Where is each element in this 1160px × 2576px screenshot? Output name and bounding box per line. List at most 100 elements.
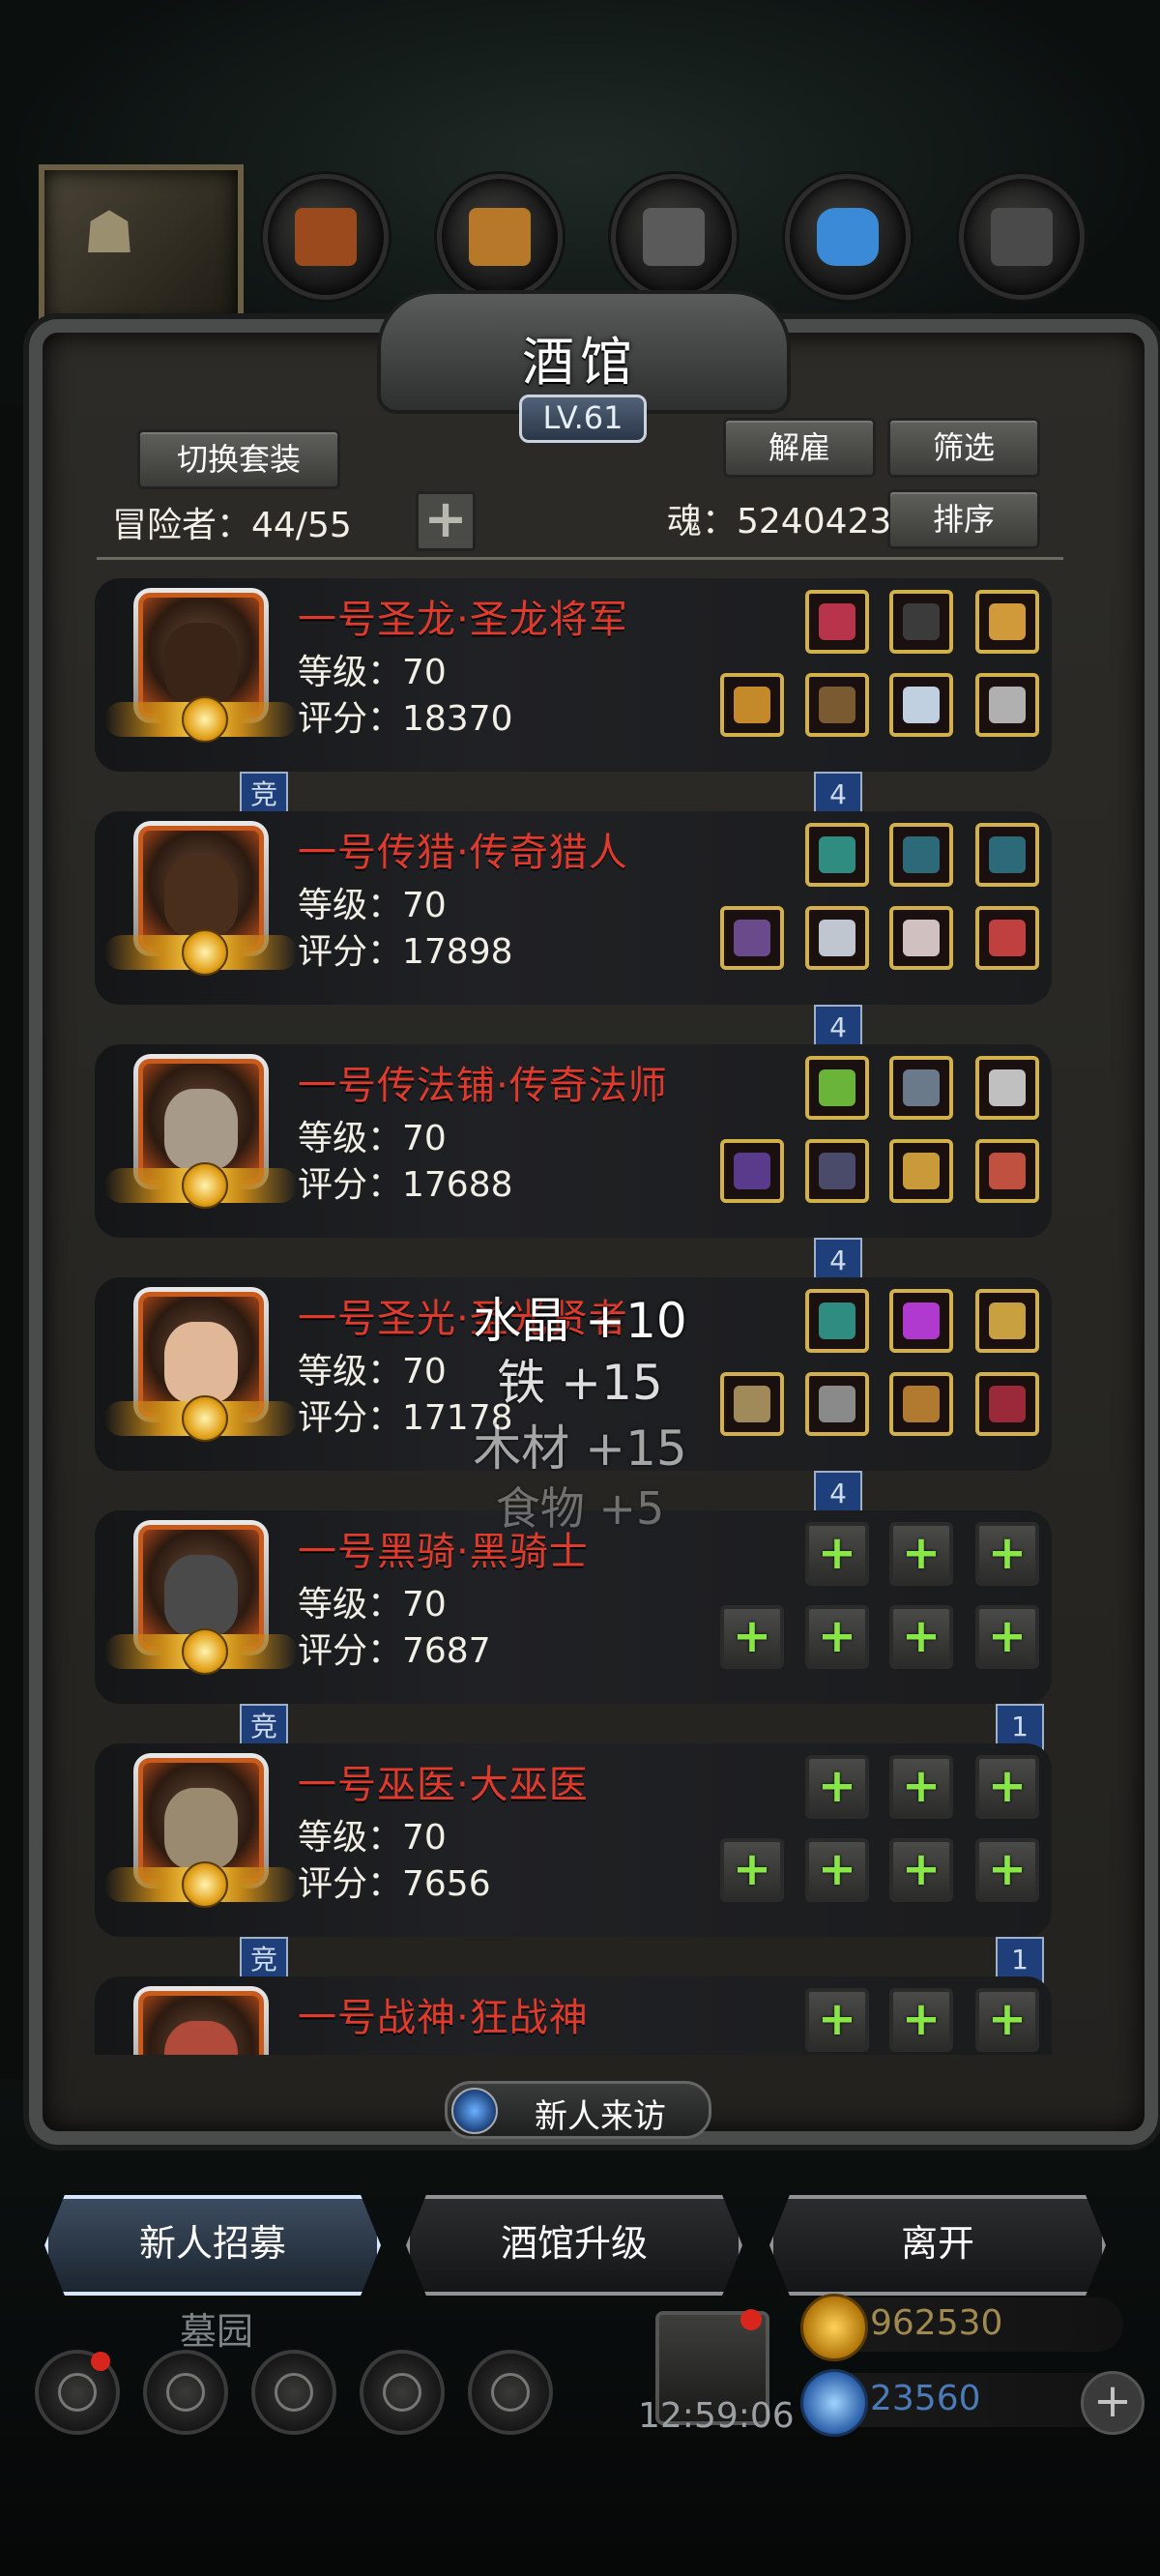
equipment-slot[interactable] — [889, 590, 953, 654]
empty-equipment-slot[interactable]: + — [805, 1755, 869, 1819]
empty-equipment-slot[interactable]: + — [805, 1838, 869, 1902]
add-equipment-icon: + — [732, 1842, 772, 1896]
equipment-icon — [819, 603, 856, 640]
equipment-slot[interactable] — [975, 673, 1039, 737]
empty-equipment-slot[interactable]: + — [889, 1522, 953, 1586]
equipment-slot[interactable] — [889, 1139, 953, 1203]
add-gems-button[interactable]: + — [1081, 2371, 1145, 2435]
filter-button[interactable]: 筛选 — [887, 418, 1040, 478]
equipment-icon — [819, 920, 856, 956]
wood-resource-icon[interactable] — [437, 174, 563, 300]
equipment-icon — [819, 687, 856, 723]
equipment-slot[interactable] — [975, 590, 1039, 654]
empty-equipment-slot[interactable]: + — [975, 1988, 1039, 2052]
hero-face-icon — [164, 623, 238, 704]
empty-equipment-slot[interactable]: + — [805, 1522, 869, 1586]
gem-icon — [800, 2369, 868, 2437]
equipment-icon — [903, 836, 940, 873]
hero-card[interactable]: 一号巫医·大巫医 等级：70 评分：7656 + + + + + + + 竞 1 — [95, 1743, 1052, 1993]
switch-outfit-button[interactable]: 切换套装 — [137, 429, 340, 489]
achievement-icon[interactable] — [143, 2350, 228, 2435]
rank-emblem-icon — [104, 1162, 298, 1209]
tavern-upgrade-button[interactable]: 酒馆升级 — [406, 2195, 742, 2296]
hero-name: 一号战神·狂战神 — [298, 1996, 589, 2040]
empty-equipment-slot[interactable]: + — [805, 1605, 869, 1669]
equipment-slot[interactable] — [720, 1139, 784, 1203]
float-wood-gain: 木材 +15 — [473, 1420, 687, 1477]
equipment-slot[interactable] — [889, 906, 953, 970]
hero-card[interactable]: 一号黑骑·黑骑士 等级：70 评分：7687 + + + + + + + 竞 1 — [95, 1510, 1052, 1760]
empty-equipment-slot[interactable]: + — [720, 1838, 784, 1902]
guild-icon[interactable] — [251, 2350, 336, 2435]
equipment-slot[interactable] — [805, 1372, 869, 1436]
hero-card[interactable]: 一号传猎·传奇猎人 等级：70 评分：17898 4 — [95, 811, 1052, 1061]
hero-score: 评分：18370 — [298, 699, 513, 739]
mail-icon[interactable] — [360, 2350, 445, 2435]
equipment-slot[interactable] — [975, 1372, 1039, 1436]
hero-face-icon — [164, 2021, 238, 2055]
equipment-slot[interactable] — [805, 906, 869, 970]
empty-equipment-slot[interactable]: + — [889, 1605, 953, 1669]
stone-resource-icon[interactable] — [959, 174, 1085, 300]
equipment-slot[interactable] — [975, 1289, 1039, 1353]
player-portrait[interactable]: ☗ — [39, 164, 244, 331]
leave-button[interactable]: 离开 — [769, 2195, 1106, 2296]
empty-equipment-slot[interactable]: + — [805, 1988, 869, 2052]
equipment-icon — [989, 1386, 1026, 1422]
empty-equipment-slot[interactable]: + — [975, 1838, 1039, 1902]
empty-equipment-slot[interactable]: + — [889, 1755, 953, 1819]
hero-card[interactable]: 一号战神·狂战神+++++++ — [95, 1976, 1052, 2055]
hero-level: 等级：70 — [298, 653, 447, 692]
crystal-resource-icon[interactable] — [785, 174, 911, 300]
equipment-slot[interactable] — [805, 1139, 869, 1203]
empty-equipment-slot[interactable]: + — [975, 1605, 1039, 1669]
hero-avatar[interactable] — [133, 1986, 269, 2055]
equipment-slot[interactable] — [805, 1056, 869, 1120]
empty-equipment-slot[interactable]: + — [889, 1988, 953, 2052]
equipment-icon — [989, 603, 1026, 640]
rank-emblem-icon — [104, 696, 298, 743]
equipment-slot[interactable] — [889, 1372, 953, 1436]
hero-card[interactable]: 一号圣龙·圣龙将军 等级：70 评分：18370 竞 4 — [95, 578, 1052, 828]
expand-roster-button[interactable]: + — [416, 491, 476, 551]
equipment-slot[interactable] — [805, 673, 869, 737]
dismiss-button[interactable]: 解雇 — [723, 418, 876, 478]
equipment-slot[interactable] — [975, 1056, 1039, 1120]
sort-button[interactable]: 排序 — [887, 489, 1040, 549]
empty-equipment-slot[interactable]: + — [975, 1755, 1039, 1819]
equipment-slot[interactable] — [975, 1139, 1039, 1203]
equipment-slot[interactable] — [889, 1056, 953, 1120]
iron-resource-icon[interactable] — [611, 174, 737, 300]
empty-equipment-slot[interactable]: + — [720, 1605, 784, 1669]
gem-amount: 23560 — [870, 2379, 981, 2418]
equipment-icon — [734, 687, 770, 723]
equipment-slot[interactable] — [975, 906, 1039, 970]
rank-emblem-icon — [104, 929, 298, 976]
equipment-slot[interactable] — [720, 906, 784, 970]
equipment-slot[interactable] — [805, 590, 869, 654]
float-crystal-gain: 水晶 +10 — [473, 1293, 687, 1349]
equipment-slot[interactable] — [720, 1372, 784, 1436]
tavern-level-badge: LV.61 — [519, 395, 647, 443]
hero-score: 评分：17898 — [298, 932, 513, 972]
new-visitor-bar[interactable]: 新人来访 — [445, 2081, 711, 2139]
equipment-slot[interactable] — [720, 673, 784, 737]
equipment-slot[interactable] — [805, 823, 869, 887]
equipment-slot[interactable] — [889, 673, 953, 737]
food-resource-icon[interactable] — [263, 174, 389, 300]
recruit-button[interactable]: 新人招募 — [44, 2195, 381, 2296]
equipment-icon — [989, 836, 1026, 873]
hero-level: 等级：70 — [298, 1352, 447, 1391]
empty-equipment-slot[interactable]: + — [889, 1838, 953, 1902]
equipment-slot[interactable] — [805, 1289, 869, 1353]
add-equipment-icon: + — [732, 1609, 772, 1663]
gold-amount: 962530 — [870, 2303, 1003, 2343]
empty-equipment-slot[interactable]: + — [975, 1522, 1039, 1586]
equipment-slot[interactable] — [975, 823, 1039, 887]
equipment-slot[interactable] — [889, 823, 953, 887]
map-icon[interactable] — [468, 2350, 553, 2435]
equipment-slot[interactable] — [889, 1289, 953, 1353]
add-equipment-icon: + — [987, 1609, 1028, 1663]
portrait-glyph-icon: ☗ — [83, 199, 135, 267]
hero-card[interactable]: 一号传法铺·传奇法师 等级：70 评分：17688 4 — [95, 1044, 1052, 1294]
